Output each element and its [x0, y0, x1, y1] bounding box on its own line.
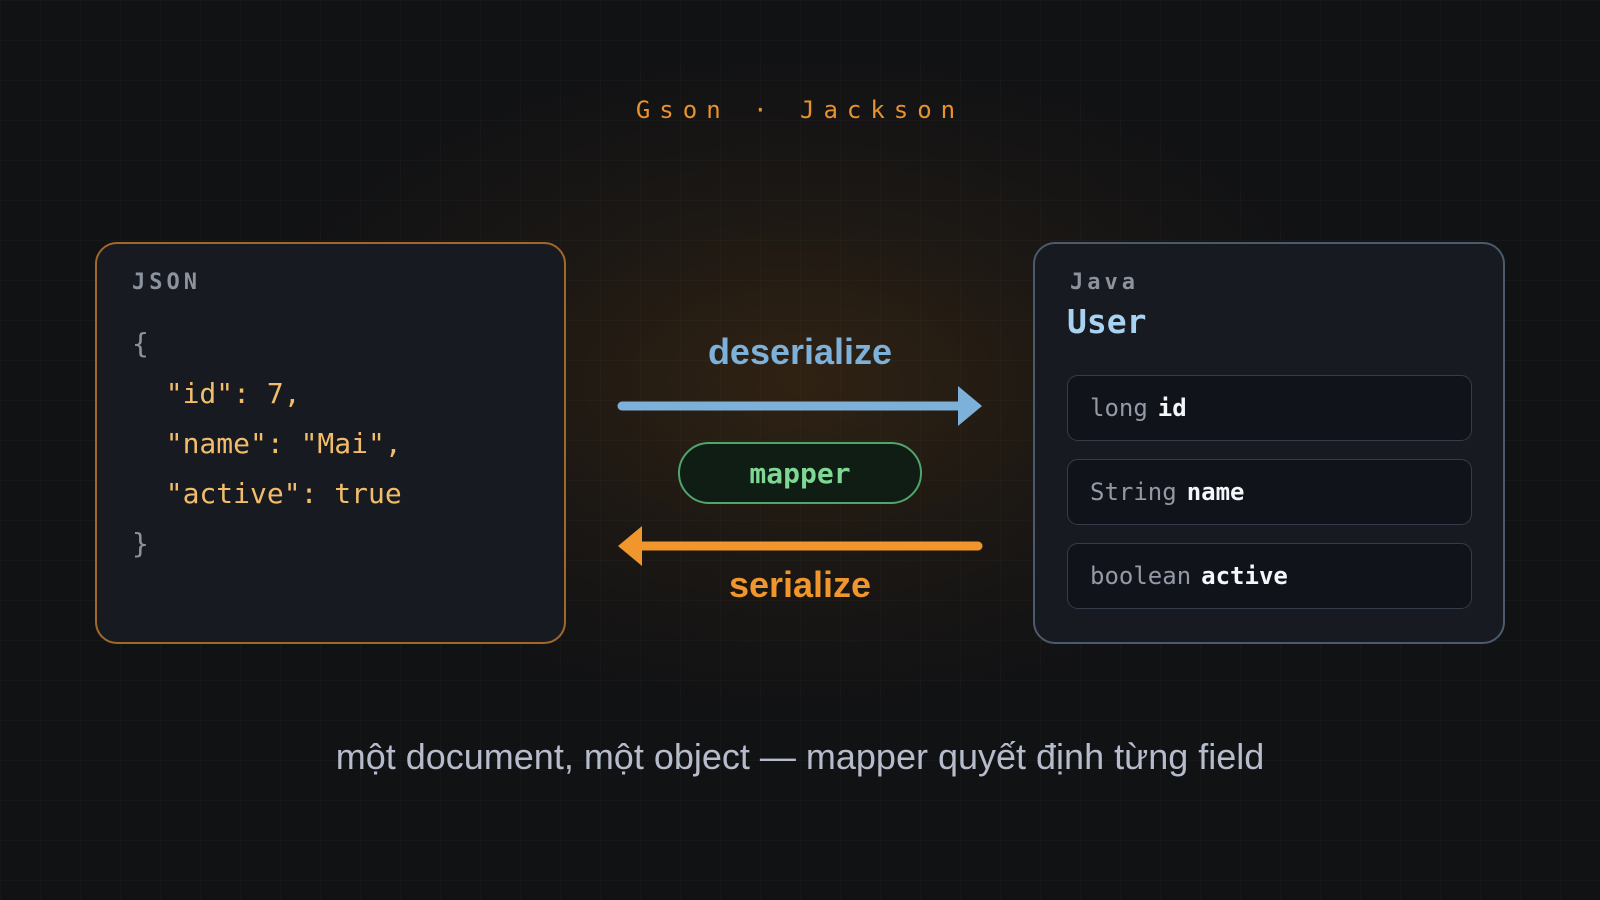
java-class-name: User	[1067, 302, 1147, 341]
field-row-id: long id	[1067, 375, 1472, 441]
field-row-name: String name	[1067, 459, 1472, 525]
json-code: { "id": 7, "name": "Mai", "active": true…	[132, 319, 402, 569]
field-row-active: boolean active	[1067, 543, 1472, 609]
field-type: long	[1090, 394, 1148, 422]
diagram-caption: một document, một object — mapper quyết …	[335, 736, 1265, 777]
field-type: boolean	[1090, 562, 1192, 590]
json-line-active: "active": true	[132, 477, 402, 510]
field-type: String	[1090, 478, 1177, 506]
serialize-label: serialize	[728, 564, 872, 605]
field-name: name	[1186, 478, 1245, 506]
deserialize-label: deserialize	[707, 331, 893, 372]
field-name: active	[1201, 562, 1288, 590]
serialize-arrow-head	[618, 526, 642, 566]
json-panel-label: JSON	[132, 270, 201, 295]
json-panel: JSON { "id": 7, "name": "Mai", "active":…	[95, 242, 566, 644]
java-panel: Java User long id String name boolean ac…	[1033, 242, 1505, 644]
json-line-id: "id": 7,	[132, 377, 301, 410]
mapper-badge: mapper	[678, 442, 922, 504]
field-name: id	[1157, 394, 1187, 422]
json-open-brace: {	[132, 327, 149, 360]
json-line-name: "name": "Mai",	[132, 427, 402, 460]
java-panel-label: Java	[1070, 270, 1139, 295]
deserialize-arrow-head	[958, 386, 982, 426]
json-close-brace: }	[132, 527, 149, 560]
